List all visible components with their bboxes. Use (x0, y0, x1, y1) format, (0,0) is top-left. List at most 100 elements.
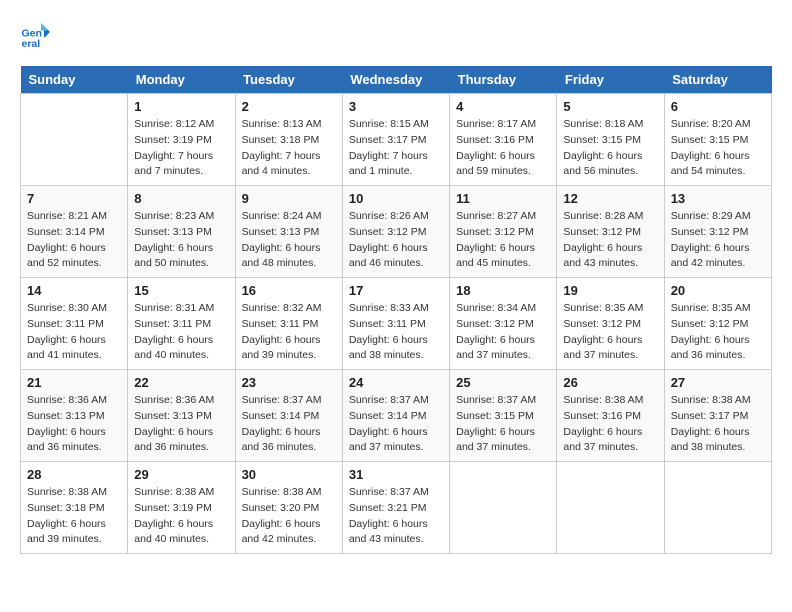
weekday-header-tuesday: Tuesday (235, 66, 342, 94)
weekday-header-friday: Friday (557, 66, 664, 94)
day-info: Sunrise: 8:37 AM Sunset: 3:14 PM Dayligh… (349, 393, 443, 456)
calendar-cell: 21 Sunrise: 8:36 AM Sunset: 3:13 PM Dayli… (21, 370, 128, 462)
day-number: 18 (456, 283, 550, 298)
calendar-cell: 6 Sunrise: 8:20 AM Sunset: 3:15 PM Daylig… (664, 94, 771, 186)
day-info: Sunrise: 8:36 AM Sunset: 3:13 PM Dayligh… (27, 393, 121, 456)
calendar-cell: 4Sunrise: 8:17 AM Sunset: 3:16 PM Daylig… (450, 94, 557, 186)
day-info: Sunrise: 8:38 AM Sunset: 3:19 PM Dayligh… (134, 485, 228, 548)
day-info: Sunrise: 8:20 AM Sunset: 3:15 PM Dayligh… (671, 117, 765, 180)
calendar-cell: 11 Sunrise: 8:27 AM Sunset: 3:12 PM Dayli… (450, 186, 557, 278)
day-info: Sunrise: 8:29 AM Sunset: 3:12 PM Dayligh… (671, 209, 765, 272)
day-info: Sunrise: 8:32 AM Sunset: 3:11 PM Dayligh… (242, 301, 336, 364)
calendar-cell: 24 Sunrise: 8:37 AM Sunset: 3:14 PM Dayli… (342, 370, 449, 462)
calendar-cell: 2Sunrise: 8:13 AM Sunset: 3:18 PM Daylig… (235, 94, 342, 186)
logo-icon: Gen eral (20, 20, 50, 50)
day-number: 30 (242, 467, 336, 482)
day-number: 22 (134, 375, 228, 390)
day-number: 2 (242, 99, 336, 114)
day-info: Sunrise: 8:26 AM Sunset: 3:12 PM Dayligh… (349, 209, 443, 272)
svg-text:eral: eral (22, 38, 41, 50)
day-number: 17 (349, 283, 443, 298)
day-number: 21 (27, 375, 121, 390)
day-number: 9 (242, 191, 336, 206)
calendar-cell: 28 Sunrise: 8:38 AM Sunset: 3:18 PM Dayli… (21, 462, 128, 554)
day-info: Sunrise: 8:18 AM Sunset: 3:15 PM Dayligh… (563, 117, 657, 180)
calendar-cell: 14 Sunrise: 8:30 AM Sunset: 3:11 PM Dayli… (21, 278, 128, 370)
day-number: 5 (563, 99, 657, 114)
day-info: Sunrise: 8:36 AM Sunset: 3:13 PM Dayligh… (134, 393, 228, 456)
day-number: 23 (242, 375, 336, 390)
weekday-header-monday: Monday (128, 66, 235, 94)
weekday-header-thursday: Thursday (450, 66, 557, 94)
calendar-body: 1 Sunrise: 8:12 AM Sunset: 3:19 PM Daylig… (21, 94, 772, 554)
calendar-cell: 30 Sunrise: 8:38 AM Sunset: 3:20 PM Dayli… (235, 462, 342, 554)
day-number: 31 (349, 467, 443, 482)
day-info: Sunrise: 8:38 AM Sunset: 3:17 PM Dayligh… (671, 393, 765, 456)
day-info: Sunrise: 8:34 AM Sunset: 3:12 PM Dayligh… (456, 301, 550, 364)
day-info: Sunrise: 8:38 AM Sunset: 3:18 PM Dayligh… (27, 485, 121, 548)
weekday-header-row: SundayMondayTuesdayWednesdayThursdayFrid… (21, 66, 772, 94)
day-info: Sunrise: 8:35 AM Sunset: 3:12 PM Dayligh… (671, 301, 765, 364)
calendar-cell: 29Sunrise: 8:38 AM Sunset: 3:19 PM Dayli… (128, 462, 235, 554)
day-number: 19 (563, 283, 657, 298)
calendar-table: SundayMondayTuesdayWednesdayThursdayFrid… (20, 66, 772, 554)
day-info: Sunrise: 8:30 AM Sunset: 3:11 PM Dayligh… (27, 301, 121, 364)
weekday-header-sunday: Sunday (21, 66, 128, 94)
day-number: 28 (27, 467, 121, 482)
calendar-week-5: 28 Sunrise: 8:38 AM Sunset: 3:18 PM Dayli… (21, 462, 772, 554)
calendar-cell: 16 Sunrise: 8:32 AM Sunset: 3:11 PM Dayli… (235, 278, 342, 370)
day-info: Sunrise: 8:17 AM Sunset: 3:16 PM Dayligh… (456, 117, 550, 180)
calendar-cell: 23 Sunrise: 8:37 AM Sunset: 3:14 PM Dayli… (235, 370, 342, 462)
day-number: 10 (349, 191, 443, 206)
day-number: 3 (349, 99, 443, 114)
day-info: Sunrise: 8:38 AM Sunset: 3:16 PM Dayligh… (563, 393, 657, 456)
day-number: 26 (563, 375, 657, 390)
day-number: 15 (134, 283, 228, 298)
page-header: Gen eral (20, 20, 772, 50)
day-number: 25 (456, 375, 550, 390)
calendar-cell: 1 Sunrise: 8:12 AM Sunset: 3:19 PM Daylig… (128, 94, 235, 186)
day-number: 7 (27, 191, 121, 206)
calendar-cell: 26 Sunrise: 8:38 AM Sunset: 3:16 PM Dayli… (557, 370, 664, 462)
day-info: Sunrise: 8:31 AM Sunset: 3:11 PM Dayligh… (134, 301, 228, 364)
day-info: Sunrise: 8:28 AM Sunset: 3:12 PM Dayligh… (563, 209, 657, 272)
calendar-cell (557, 462, 664, 554)
day-info: Sunrise: 8:37 AM Sunset: 3:21 PM Dayligh… (349, 485, 443, 548)
calendar-cell: 27Sunrise: 8:38 AM Sunset: 3:17 PM Dayli… (664, 370, 771, 462)
calendar-cell: 5 Sunrise: 8:18 AM Sunset: 3:15 PM Daylig… (557, 94, 664, 186)
day-info: Sunrise: 8:15 AM Sunset: 3:17 PM Dayligh… (349, 117, 443, 180)
calendar-cell: 17Sunrise: 8:33 AM Sunset: 3:11 PM Dayli… (342, 278, 449, 370)
calendar-week-3: 14 Sunrise: 8:30 AM Sunset: 3:11 PM Dayli… (21, 278, 772, 370)
day-info: Sunrise: 8:24 AM Sunset: 3:13 PM Dayligh… (242, 209, 336, 272)
day-number: 13 (671, 191, 765, 206)
day-number: 20 (671, 283, 765, 298)
calendar-cell (21, 94, 128, 186)
calendar-cell: 12 Sunrise: 8:28 AM Sunset: 3:12 PM Dayli… (557, 186, 664, 278)
calendar-cell: 31 Sunrise: 8:37 AM Sunset: 3:21 PM Dayli… (342, 462, 449, 554)
day-info: Sunrise: 8:23 AM Sunset: 3:13 PM Dayligh… (134, 209, 228, 272)
day-number: 1 (134, 99, 228, 114)
calendar-week-1: 1 Sunrise: 8:12 AM Sunset: 3:19 PM Daylig… (21, 94, 772, 186)
day-info: Sunrise: 8:37 AM Sunset: 3:14 PM Dayligh… (242, 393, 336, 456)
weekday-header-saturday: Saturday (664, 66, 771, 94)
day-info: Sunrise: 8:38 AM Sunset: 3:20 PM Dayligh… (242, 485, 336, 548)
calendar-cell: 9 Sunrise: 8:24 AM Sunset: 3:13 PM Daylig… (235, 186, 342, 278)
calendar-cell: 10 Sunrise: 8:26 AM Sunset: 3:12 PM Dayli… (342, 186, 449, 278)
calendar-cell: 22 Sunrise: 8:36 AM Sunset: 3:13 PM Dayli… (128, 370, 235, 462)
day-info: Sunrise: 8:27 AM Sunset: 3:12 PM Dayligh… (456, 209, 550, 272)
calendar-cell: 3 Sunrise: 8:15 AM Sunset: 3:17 PM Daylig… (342, 94, 449, 186)
day-number: 6 (671, 99, 765, 114)
day-number: 8 (134, 191, 228, 206)
day-number: 11 (456, 191, 550, 206)
calendar-cell: 25Sunrise: 8:37 AM Sunset: 3:15 PM Dayli… (450, 370, 557, 462)
day-number: 16 (242, 283, 336, 298)
day-number: 14 (27, 283, 121, 298)
calendar-week-2: 7Sunrise: 8:21 AM Sunset: 3:14 PM Daylig… (21, 186, 772, 278)
day-info: Sunrise: 8:35 AM Sunset: 3:12 PM Dayligh… (563, 301, 657, 364)
day-number: 24 (349, 375, 443, 390)
day-info: Sunrise: 8:12 AM Sunset: 3:19 PM Dayligh… (134, 117, 228, 180)
calendar-cell: 18 Sunrise: 8:34 AM Sunset: 3:12 PM Dayli… (450, 278, 557, 370)
calendar-cell (450, 462, 557, 554)
day-number: 12 (563, 191, 657, 206)
calendar-cell: 19 Sunrise: 8:35 AM Sunset: 3:12 PM Dayli… (557, 278, 664, 370)
